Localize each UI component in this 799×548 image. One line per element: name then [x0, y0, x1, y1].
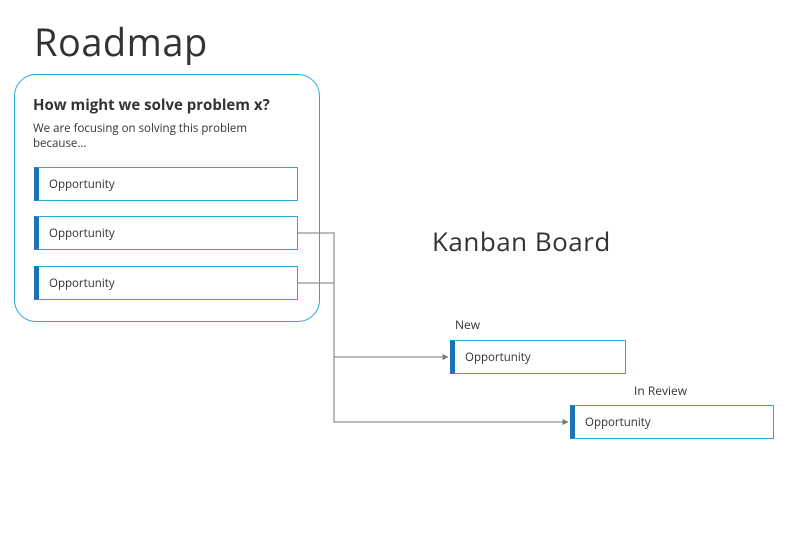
- card-label: Opportunity: [49, 177, 115, 192]
- kanban-column-label-in-review: In Review: [634, 382, 687, 399]
- card-label: Opportunity: [49, 226, 115, 241]
- roadmap-title: Roadmap: [34, 16, 208, 68]
- kanban-card-in-review[interactable]: Opportunity: [570, 405, 774, 439]
- card-label: Opportunity: [49, 276, 115, 291]
- roadmap-card[interactable]: Opportunity: [34, 266, 298, 300]
- roadmap-card[interactable]: Opportunity: [34, 167, 298, 201]
- card-label: Opportunity: [465, 350, 531, 365]
- card-label: Opportunity: [585, 415, 651, 430]
- kanban-title: Kanban Board: [432, 223, 611, 259]
- roadmap-card[interactable]: Opportunity: [34, 216, 298, 250]
- roadmap-subtitle: We are focusing on solving this problem …: [33, 121, 301, 151]
- kanban-column-label-new: New: [455, 316, 480, 333]
- roadmap-question: How might we solve problem x?: [33, 95, 301, 115]
- kanban-card-new[interactable]: Opportunity: [450, 340, 626, 374]
